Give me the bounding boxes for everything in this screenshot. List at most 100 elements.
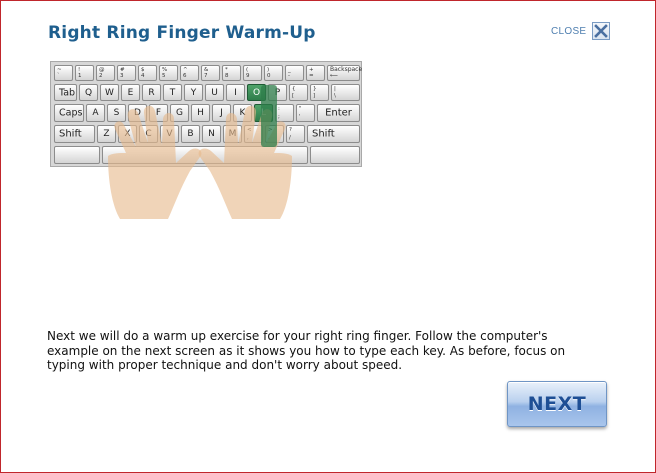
key-caps: Caps — [54, 104, 84, 122]
key-bottom: 8 — [225, 73, 229, 79]
key-label: X — [124, 129, 131, 139]
key-spacebar — [102, 146, 308, 164]
key-top: { — [292, 86, 296, 92]
key-backslash: | \ — [331, 84, 360, 101]
key-g: G — [170, 104, 189, 122]
key-label: R — [148, 87, 155, 98]
key-8: * 8 — [222, 65, 241, 81]
key-bottom: 1 — [78, 73, 82, 79]
key-bottom: 7 — [204, 73, 208, 79]
key-b: B — [181, 125, 200, 143]
backspace-arrow-icon: ⟵ — [330, 73, 338, 79]
key-bottom: , — [247, 135, 249, 141]
instruction-text: Next we will do a warm up exercise for y… — [47, 329, 566, 372]
key-f: F — [149, 104, 168, 122]
key-label: Z — [103, 129, 110, 139]
key-3: #3 — [117, 65, 136, 81]
key-label: Shift — [312, 128, 335, 140]
key-backtick: ~ ` — [54, 65, 73, 81]
key-r: R — [142, 84, 161, 101]
page-title: Right Ring Finger Warm-Up — [48, 23, 316, 43]
key-j: J — [212, 104, 231, 122]
key-label: O — [252, 87, 261, 98]
key-top: " — [299, 106, 302, 112]
key-shift-right: Shift — [307, 125, 360, 143]
key-q: Q — [79, 84, 98, 101]
key-bottom: - — [288, 73, 290, 79]
key-t: T — [163, 84, 182, 101]
key-n: N — [202, 125, 221, 143]
key-label: G — [176, 108, 183, 118]
key-bottom: ; — [278, 114, 280, 120]
close-label: CLOSE — [551, 25, 587, 37]
key-w: W — [100, 84, 119, 101]
key-top: | — [334, 86, 336, 92]
key-bottom: ] — [313, 93, 316, 99]
key-label: B — [187, 129, 194, 139]
key-5: % 5 — [159, 65, 178, 81]
key-c: C — [139, 125, 158, 143]
key-h: H — [191, 104, 210, 122]
next-button[interactable]: NEXT — [507, 381, 607, 427]
key-comma: <, — [244, 125, 263, 143]
key-9: (9 — [243, 65, 262, 81]
key-tab: Tab — [54, 84, 77, 101]
key-bottom: 2 — [99, 73, 103, 79]
key-o-highlighted: O — [247, 84, 266, 101]
key-label: I — [234, 87, 237, 98]
key-d: D — [128, 104, 147, 122]
key-top: ? — [289, 127, 292, 133]
key-top: > — [268, 127, 273, 133]
next-button-label: NEXT — [527, 393, 587, 415]
key-v: V — [160, 125, 179, 143]
key-top: } — [313, 86, 317, 92]
close-icon[interactable] — [592, 22, 611, 40]
key-label: Tab — [59, 87, 76, 98]
key-label: F — [155, 108, 162, 118]
lesson-dialog: Right Ring Finger Warm-Up CLOSE ~ ` ! 1 @2… — [0, 0, 656, 473]
key-label: Y — [190, 87, 197, 98]
key-l-highlighted: L — [254, 104, 273, 122]
key-bottom: ' — [299, 114, 301, 120]
key-label: H — [197, 108, 204, 118]
key-label: C — [145, 129, 152, 139]
key-label: W — [105, 87, 114, 98]
key-label: P — [274, 87, 281, 98]
key-enter: Enter — [317, 104, 360, 122]
key-label: A — [92, 108, 99, 118]
key-equals: + = — [306, 65, 325, 81]
key-e: E — [121, 84, 140, 101]
key-label: N — [208, 129, 215, 139]
key-label: Shift — [59, 128, 82, 140]
key-1: ! 1 — [75, 65, 94, 81]
key-shift-left: Shift — [54, 125, 95, 143]
key-y: Y — [184, 84, 203, 101]
key-label: Q — [84, 87, 93, 98]
key-7: & 7 — [201, 65, 220, 81]
key-label: T — [169, 87, 176, 98]
key-bottom: / — [289, 135, 291, 141]
key-label: J — [220, 108, 223, 118]
key-backspace: Backspace ⟵ — [327, 65, 362, 81]
key-label: E — [127, 87, 134, 98]
key-u: U — [205, 84, 224, 101]
key-top: : — [278, 106, 280, 112]
key-k: K — [233, 104, 252, 122]
key-bottom: 9 — [246, 73, 250, 79]
key-bottom: 0 — [267, 73, 271, 79]
key-label: M — [228, 129, 237, 139]
keyboard-illustration: ~ ` ! 1 @2 #3 $4 % 5 ^ 6 & 7 * 8 (9 ) 0 _ - + = B… — [50, 61, 362, 221]
key-ctrl-right — [310, 146, 360, 164]
key-label: Caps — [59, 107, 83, 119]
close-button[interactable]: CLOSE — [551, 22, 611, 40]
key-top: < — [247, 127, 252, 133]
key-0: ) 0 — [264, 65, 283, 81]
key-semicolon: :; — [275, 104, 294, 122]
key-left-bracket: {[ — [289, 84, 308, 101]
key-a: A — [86, 104, 105, 122]
key-x: X — [118, 125, 137, 143]
key-minus: _ - — [285, 65, 304, 81]
key-right-bracket: }] — [310, 84, 329, 101]
key-label: Enter — [325, 107, 352, 119]
key-bottom: [ — [292, 93, 295, 99]
